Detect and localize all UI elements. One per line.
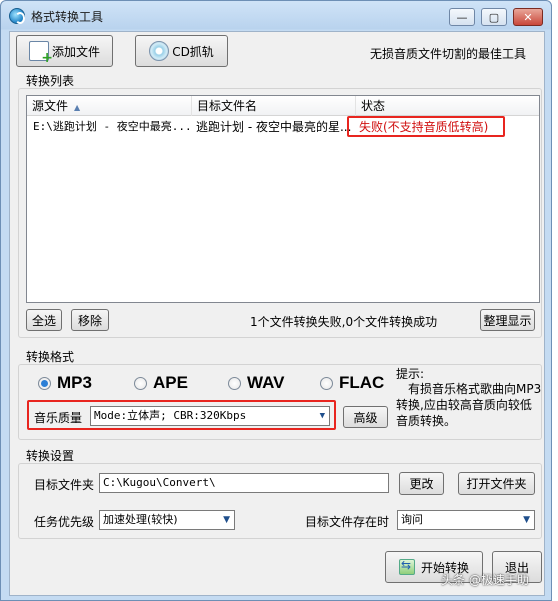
row-source: E:\逃跑计划 - 夜空中最亮... [33, 120, 191, 133]
radio-ape[interactable] [134, 376, 147, 390]
window-title: 格式转换工具 [31, 10, 104, 24]
format-option-wav[interactable]: WAV [228, 373, 284, 393]
file-list[interactable]: 源文件 ▲ 目标文件名 状态 E:\逃跑计划 - 夜空中最亮... 逃跑计划 - … [26, 95, 540, 303]
settings-label: 转换设置 [26, 449, 75, 463]
column-status[interactable]: 状态 [356, 96, 541, 116]
format-label: 转换格式 [26, 350, 75, 364]
conversion-summary: 1个文件转换失败,0个文件转换成功 [250, 315, 438, 329]
convert-list-label: 转换列表 [26, 74, 75, 88]
column-target[interactable]: 目标文件名 [192, 96, 356, 116]
list-header: 源文件 ▲ 目标文件名 状态 [27, 96, 539, 116]
add-file-label: 添加文件 [51, 44, 100, 59]
radio-flac[interactable] [320, 376, 333, 390]
chevron-down-icon: ▼ [523, 515, 530, 525]
format-option-flac[interactable]: FLAC [320, 373, 384, 393]
close-button[interactable]: ✕ [513, 8, 543, 26]
file-exists-label: 目标文件存在时 [305, 515, 390, 529]
client-area: 添加文件 CD抓轨 无损音质文件切割的最佳工具 转换列表 源文件▲ 目标文件名 … [9, 31, 545, 596]
file-exists-dropdown[interactable]: 询问 ▼ [397, 510, 535, 530]
target-folder-label: 目标文件夹 [34, 478, 95, 492]
title-bar[interactable]: 格式转换工具 — ▢ ✕ [1, 1, 551, 31]
select-all-button[interactable]: 全选 [26, 309, 62, 331]
slogan-text: 无损音质文件切割的最佳工具 [370, 47, 527, 61]
status-highlight-box [347, 116, 505, 137]
priority-dropdown[interactable]: 加速处理(较快) ▼ [99, 510, 235, 530]
app-logo-icon [9, 8, 25, 24]
remove-button[interactable]: 移除 [71, 309, 109, 331]
sort-ascending-icon: ▲ [74, 103, 81, 112]
chevron-down-icon: ▼ [223, 515, 230, 525]
tidy-display-button[interactable]: 整理显示 [480, 309, 535, 331]
format-option-ape[interactable]: APE [134, 373, 188, 393]
hint-text: 有损音乐格式歌曲向MP3转换,应由较高音质向较低音质转换。 [396, 382, 542, 428]
radio-wav[interactable] [228, 376, 241, 390]
desktop-edge [552, 0, 558, 601]
cd-rip-button[interactable]: CD抓轨 [135, 35, 228, 67]
target-folder-input[interactable]: C:\Kugou\Convert\ [99, 473, 389, 493]
cd-disc-icon [149, 41, 170, 61]
cd-rip-label: CD抓轨 [172, 44, 214, 59]
radio-mp3[interactable] [38, 376, 51, 390]
watermark-text: 头条 @极速手助 [441, 573, 529, 587]
priority-label: 任务优先级 [34, 515, 95, 529]
row-target: 逃跑计划 - 夜空中最亮的星... [196, 120, 352, 134]
change-folder-button[interactable]: 更改 [399, 472, 444, 495]
advanced-button[interactable]: 高级 [343, 406, 388, 428]
main-window: 格式转换工具 — ▢ ✕ 添加文件 CD抓轨 无损音质文件切割的最佳工具 转换列… [0, 0, 552, 601]
add-file-button[interactable]: 添加文件 [16, 35, 113, 67]
convert-icon [398, 558, 415, 575]
maximize-button[interactable]: ▢ [481, 8, 507, 26]
format-option-mp3[interactable]: MP3 [38, 373, 92, 393]
column-source[interactable]: 源文件 ▲ [27, 96, 192, 116]
quality-highlight-box [27, 400, 336, 430]
add-file-icon [28, 41, 53, 66]
open-folder-button[interactable]: 打开文件夹 [458, 472, 535, 495]
minimize-button[interactable]: — [449, 8, 475, 26]
hint-title: 提示: [396, 367, 425, 381]
